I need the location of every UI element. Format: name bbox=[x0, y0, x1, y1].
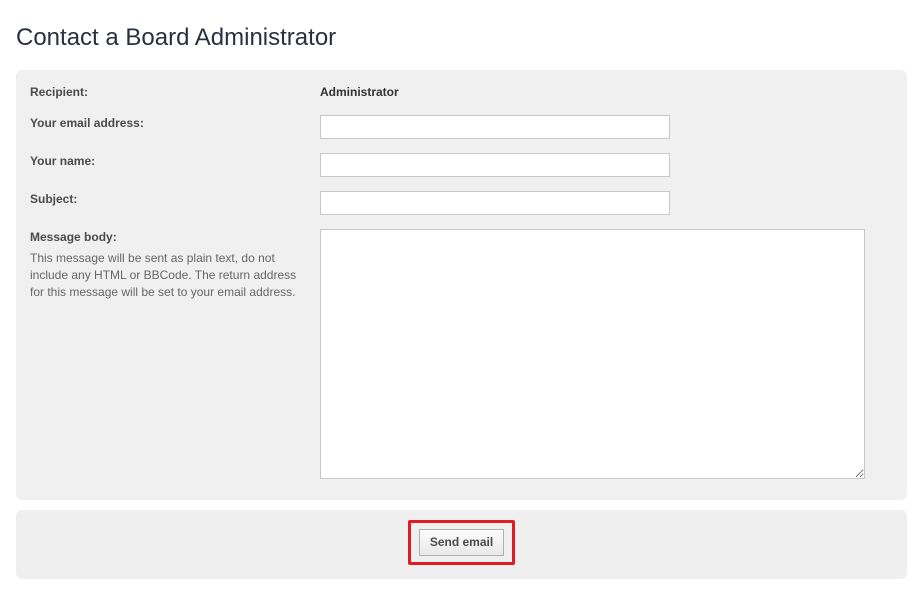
name-field[interactable] bbox=[320, 153, 670, 177]
message-body-hint: This message will be sent as plain text,… bbox=[30, 250, 300, 302]
email-label: Your email address: bbox=[30, 115, 320, 132]
subject-label: Subject: bbox=[30, 191, 320, 208]
message-body-field[interactable] bbox=[320, 229, 865, 479]
submit-panel: Send email bbox=[16, 510, 907, 579]
page-title: Contact a Board Administrator bbox=[16, 24, 907, 52]
subject-field[interactable] bbox=[320, 191, 670, 215]
recipient-label: Recipient: bbox=[30, 84, 320, 101]
name-label: Your name: bbox=[30, 153, 320, 170]
submit-highlight: Send email bbox=[408, 520, 515, 565]
message-body-label-block: Message body: This message will be sent … bbox=[30, 229, 320, 302]
message-body-label: Message body: bbox=[30, 230, 117, 244]
email-field[interactable] bbox=[320, 115, 670, 139]
send-email-button[interactable]: Send email bbox=[419, 529, 504, 556]
contact-form-panel: Recipient: Administrator Your email addr… bbox=[16, 70, 907, 500]
recipient-value: Administrator bbox=[320, 84, 893, 101]
